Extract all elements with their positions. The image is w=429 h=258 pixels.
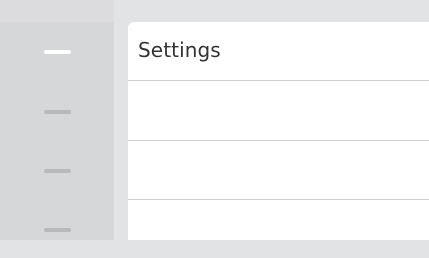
sidebar-item-4[interactable]	[0, 200, 114, 258]
menu-dash-icon	[44, 110, 71, 114]
settings-row[interactable]	[128, 81, 429, 139]
menu-dash-icon	[44, 50, 71, 54]
page-title: Settings	[138, 38, 221, 62]
settings-panel: Settings	[128, 22, 429, 240]
settings-row[interactable]	[128, 200, 429, 258]
menu-dash-icon	[44, 228, 71, 232]
sidebar-item-1[interactable]	[0, 22, 114, 80]
sidebar-item-3[interactable]	[0, 141, 114, 199]
settings-row[interactable]	[128, 141, 429, 199]
sidebar-item-2[interactable]	[0, 82, 114, 140]
sidebar-header	[0, 0, 114, 22]
sidebar	[0, 0, 114, 240]
menu-dash-icon	[44, 169, 71, 173]
